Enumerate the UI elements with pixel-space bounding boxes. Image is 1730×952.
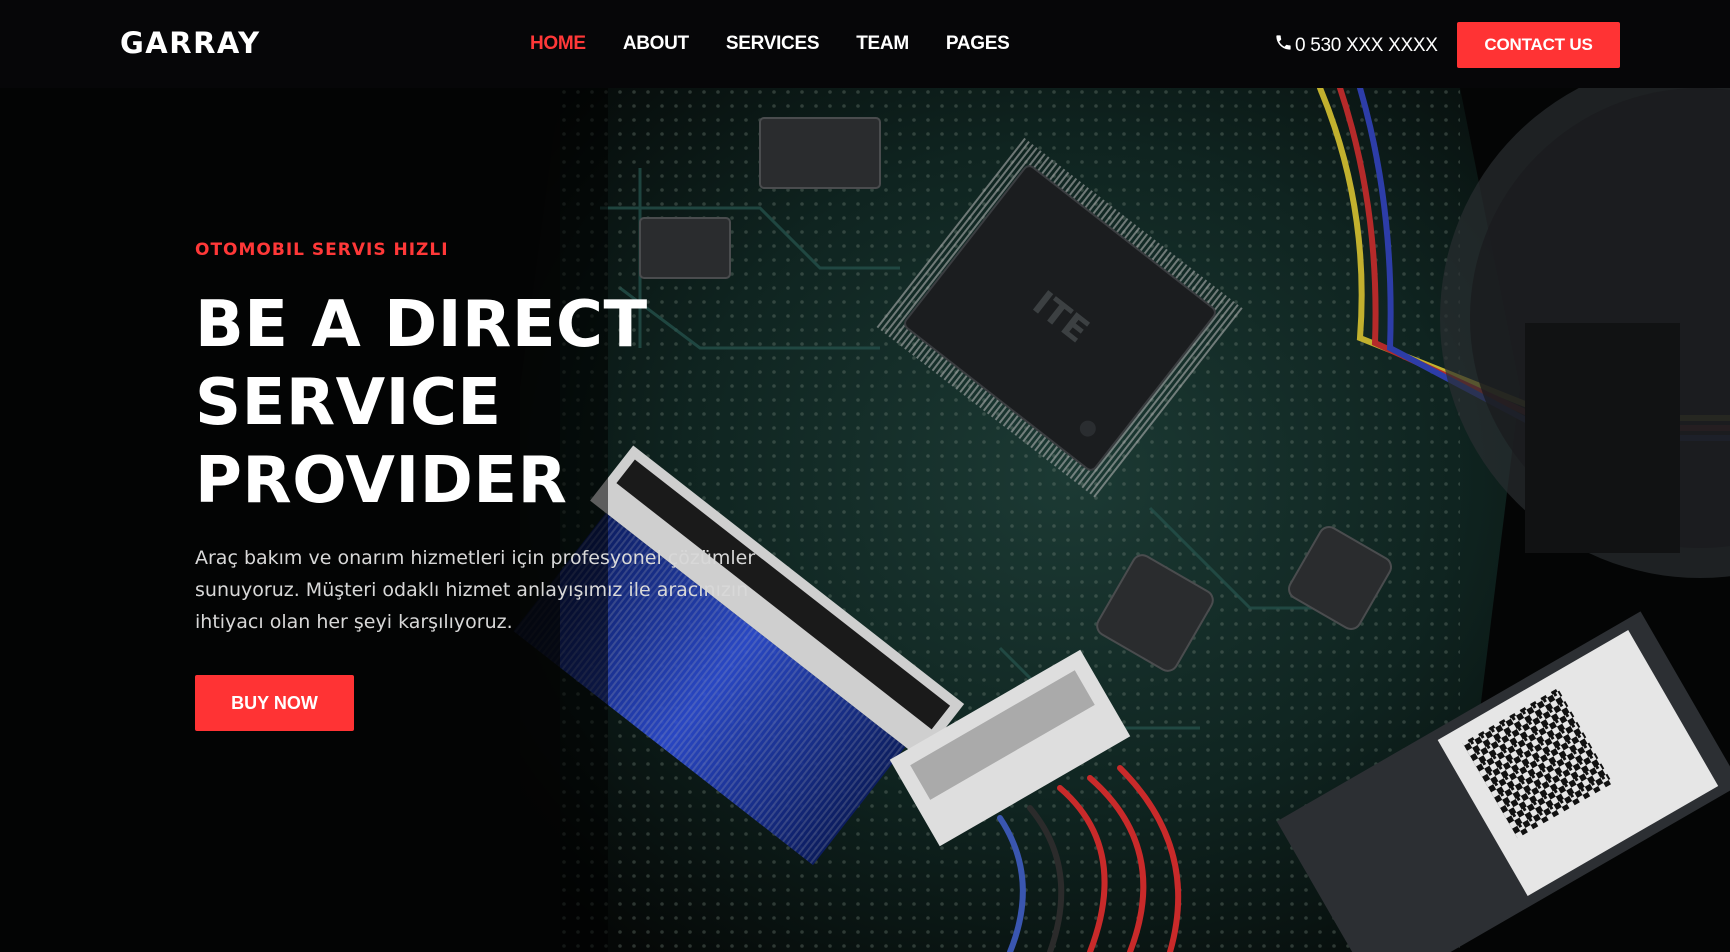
contact-us-button[interactable]: CONTACT US: [1457, 22, 1620, 68]
nav-link-pages[interactable]: PAGES: [946, 33, 1010, 55]
hero-description-line: ihtiyacı olan her şeyi karşılıyoruz.: [195, 611, 513, 633]
hero-headline-line: SERVICE: [195, 366, 502, 440]
hero-headline-line: PROVIDER: [195, 444, 568, 518]
landing-page: ITE GARRAY HOME ABOUT SERVICES TEAM PAGE…: [0, 0, 1730, 952]
phone-icon: [1274, 33, 1295, 58]
hero-headline: BE A DIRECT SERVICE PROVIDER: [195, 286, 755, 520]
buy-now-button[interactable]: BUY NOW: [195, 675, 354, 731]
nav-link-about[interactable]: ABOUT: [623, 33, 689, 55]
phone-number: 0 530 XXX XXXX: [1295, 34, 1438, 56]
phone-number-link[interactable]: 0 530 XXX XXXX: [1274, 33, 1438, 58]
brand-logo[interactable]: GARRAY: [120, 26, 261, 60]
nav-link-services[interactable]: SERVICES: [726, 33, 820, 55]
hero-description: Araç bakım ve onarım hizmetleri için pro…: [195, 542, 795, 638]
hero-content: OTOMOBIL SERVIS HIZLI BE A DIRECT SERVIC…: [195, 240, 795, 731]
hero-headline-line: BE A DIRECT: [195, 288, 648, 362]
top-navbar: GARRAY HOME ABOUT SERVICES TEAM PAGES 0 …: [0, 0, 1730, 88]
hero-eyebrow: OTOMOBIL SERVIS HIZLI: [195, 240, 449, 260]
main-nav: HOME ABOUT SERVICES TEAM PAGES: [530, 33, 1046, 55]
nav-link-team[interactable]: TEAM: [856, 33, 909, 55]
hero-description-line: Araç bakım ve onarım hizmetleri için pro…: [195, 547, 756, 569]
nav-link-home[interactable]: HOME: [530, 33, 586, 55]
hero-description-line: sunuyoruz. Müşteri odaklı hizmet anlayış…: [195, 579, 749, 601]
